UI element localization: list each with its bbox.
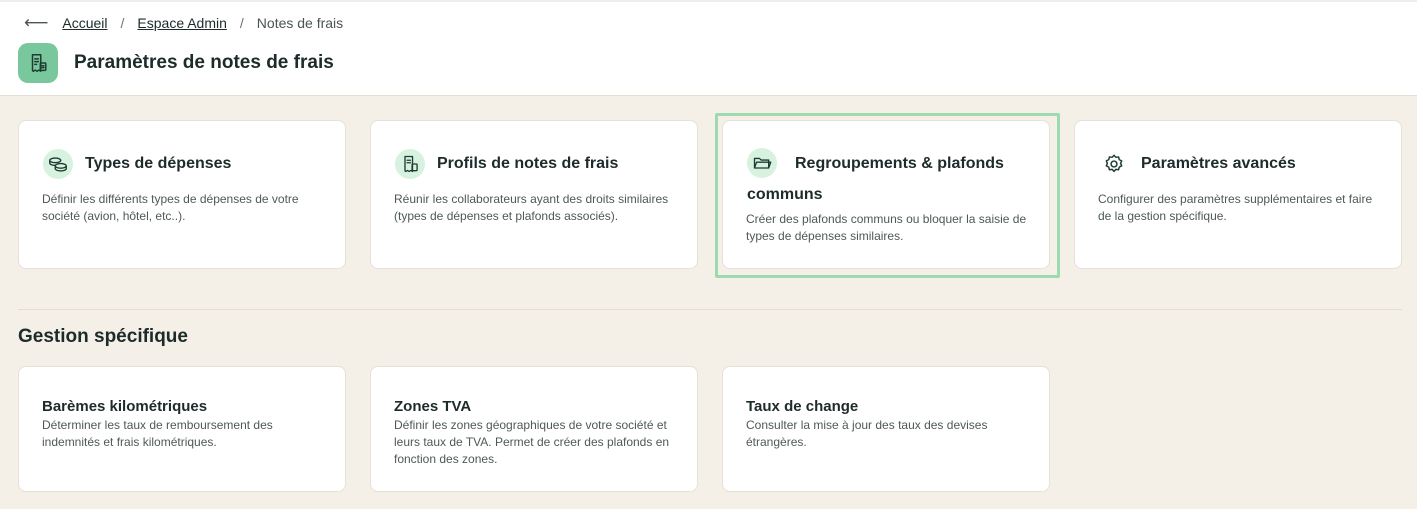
breadcrumb-accueil[interactable]: Accueil bbox=[62, 15, 107, 31]
card-description: Définir les différents types de dépenses… bbox=[42, 192, 299, 223]
card-description: Créer des plafonds communs ou bloquer la… bbox=[746, 212, 1027, 243]
card-title: Profils de notes de frais bbox=[437, 155, 619, 172]
card-regroupements-plafonds[interactable]: Regroupements & plafonds communs Créer d… bbox=[722, 120, 1050, 269]
card-header: Types de dépenses bbox=[43, 148, 231, 179]
coins-icon bbox=[43, 148, 73, 179]
card-description: Déterminer les taux de remboursement des… bbox=[42, 418, 273, 449]
receipt-profile-icon bbox=[395, 148, 425, 179]
card-description: Réunir les collaborateurs ayant des droi… bbox=[394, 192, 669, 223]
arrow-left-icon[interactable]: ⟵ bbox=[24, 13, 48, 33]
receipt-icon bbox=[18, 43, 58, 83]
page-header: ⟵ Accueil / Espace Admin / Notes de frai… bbox=[0, 0, 1417, 96]
section-divider bbox=[18, 309, 1402, 310]
card-header: Profils de notes de frais bbox=[395, 148, 618, 179]
card-title: Paramètres avancés bbox=[1141, 155, 1296, 172]
card-profils-notes-de-frais[interactable]: Profils de notes de frais Réunir les col… bbox=[370, 120, 698, 269]
breadcrumb-separator: / bbox=[239, 15, 244, 31]
card-description: Configurer des paramètres supplémentaire… bbox=[1098, 192, 1373, 223]
card-title: Zones TVA bbox=[394, 398, 472, 415]
card-description: Définir les zones géographiques de votre… bbox=[394, 418, 670, 466]
gear-icon bbox=[1099, 149, 1129, 179]
card-taux-de-change[interactable]: Taux de change Consulter la mise à jour … bbox=[722, 366, 1050, 492]
section-title: Gestion spécifique bbox=[18, 326, 188, 347]
card-zones-tva[interactable]: Zones TVA Définir les zones géographique… bbox=[370, 366, 698, 492]
page-title: Paramètres de notes de frais bbox=[74, 52, 334, 73]
breadcrumb-current: Notes de frais bbox=[256, 15, 344, 31]
card-title: Barèmes kilométriques bbox=[42, 398, 208, 415]
page-title-row: Paramètres de notes de frais bbox=[18, 43, 334, 83]
breadcrumb-espace-admin[interactable]: Espace Admin bbox=[137, 15, 227, 31]
card-parametres-avances[interactable]: Paramètres avancés Configurer des paramè… bbox=[1074, 120, 1402, 269]
breadcrumb: ⟵ Accueil / Espace Admin / Notes de frai… bbox=[24, 13, 343, 33]
card-title: Taux de change bbox=[746, 398, 859, 415]
card-types-depenses[interactable]: Types de dépenses Définir les différents… bbox=[18, 120, 346, 269]
card-baremes-kilometriques[interactable]: Barèmes kilométriques Déterminer les tau… bbox=[18, 366, 346, 492]
breadcrumb-separator: / bbox=[120, 15, 125, 31]
card-header: Paramètres avancés bbox=[1099, 148, 1296, 179]
card-title: Regroupements & plafonds communs bbox=[747, 155, 1004, 203]
top-divider bbox=[0, 0, 1417, 2]
card-description: Consulter la mise à jour des taux des de… bbox=[746, 418, 988, 449]
card-title: Types de dépenses bbox=[85, 155, 232, 172]
